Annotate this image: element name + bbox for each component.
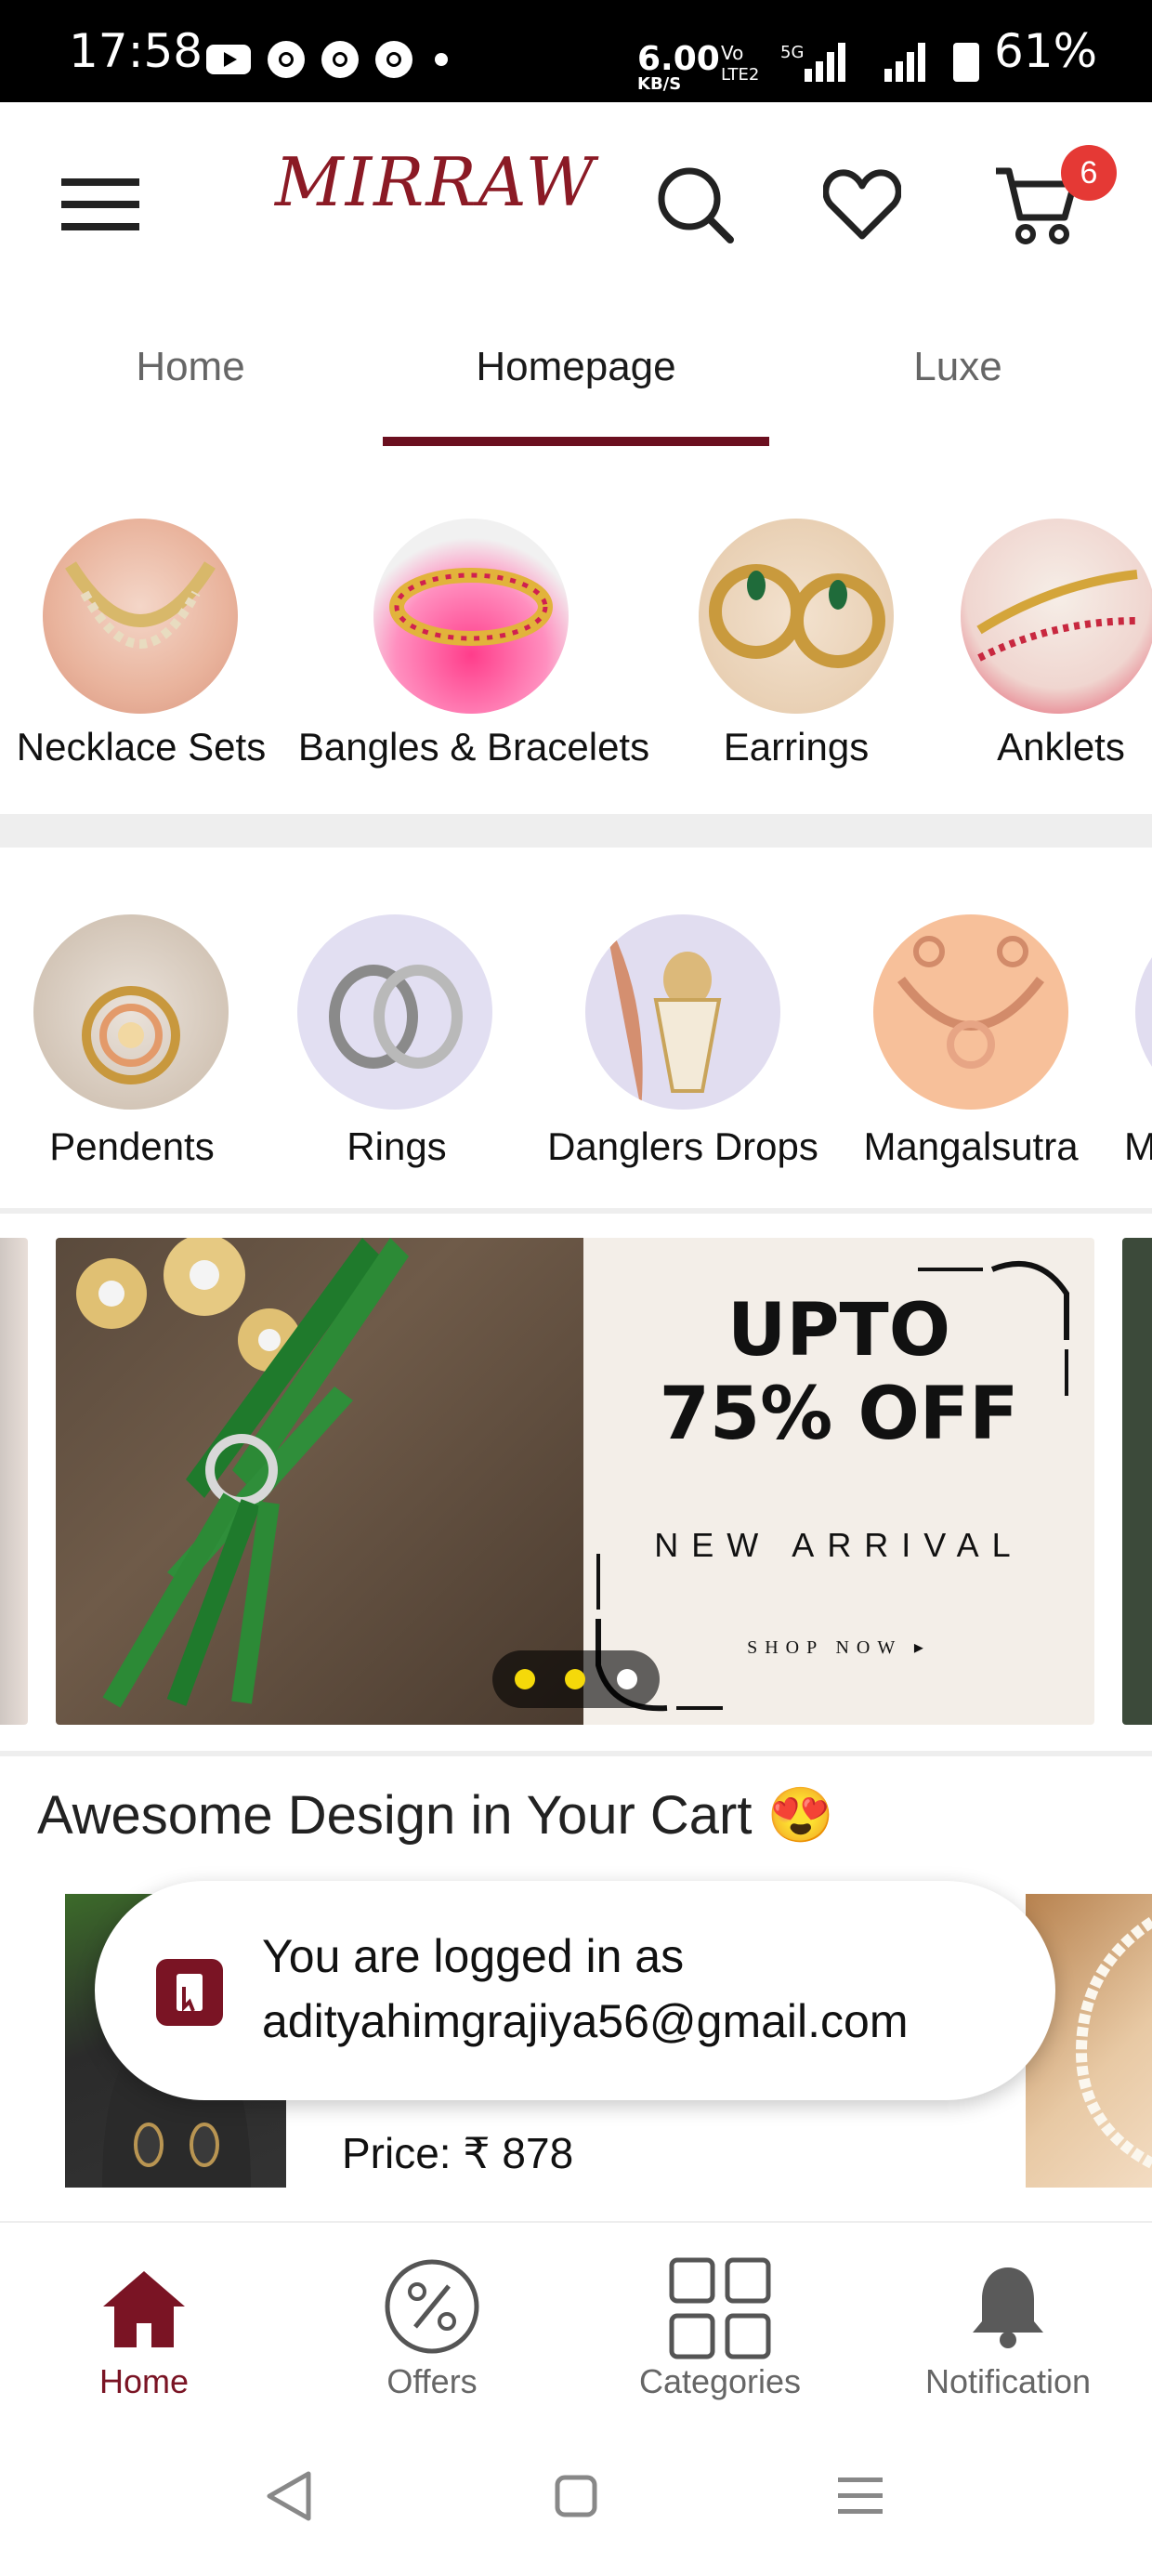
earrings-image bbox=[699, 519, 894, 714]
chrome-icon bbox=[321, 41, 359, 78]
category-label: Necklace Sets bbox=[16, 725, 267, 769]
section-divider bbox=[0, 814, 1152, 848]
category-pendents[interactable]: Pendents bbox=[0, 892, 264, 1199]
search-icon[interactable] bbox=[656, 165, 734, 243]
nav-label: Categories bbox=[638, 2362, 802, 2400]
mangalsutra-image bbox=[873, 914, 1068, 1110]
next-banner-peek[interactable] bbox=[1122, 1238, 1152, 1725]
nav-label: Home bbox=[98, 2362, 190, 2400]
prev-banner-peek[interactable] bbox=[0, 1238, 28, 1725]
chrome-icon bbox=[375, 41, 412, 78]
bangles-image bbox=[373, 519, 569, 714]
category-anklets[interactable]: Anklets bbox=[929, 502, 1152, 808]
status-bar: 17:58 6.00 KB/S Vo LTE2 5G 61% bbox=[0, 0, 1152, 102]
status-notification-icons bbox=[206, 39, 455, 80]
toast-message: You are logged in as adityahimgrajiya56@… bbox=[262, 1924, 908, 2054]
category-danglers-drops[interactable]: Danglers Drops bbox=[530, 892, 836, 1199]
cart-count-badge: 6 bbox=[1061, 145, 1117, 201]
section-divider bbox=[0, 1751, 1152, 1756]
pendents-image bbox=[33, 914, 229, 1110]
tab-home[interactable]: Home bbox=[0, 344, 381, 390]
nav-label: Offers bbox=[386, 2362, 478, 2400]
svg-text:Vo: Vo bbox=[721, 42, 743, 64]
category-label: M bbox=[1124, 1124, 1152, 1168]
category-mangalsutra[interactable]: Mangalsutra bbox=[836, 892, 1106, 1199]
necklace-sets-image bbox=[43, 519, 238, 714]
active-tab-indicator bbox=[383, 437, 769, 446]
chrome-icon bbox=[268, 41, 305, 78]
system-navigation-bar bbox=[0, 2435, 1152, 2576]
toast-email: adityahimgrajiya56@gmail.com bbox=[262, 1995, 909, 2047]
menu-icon[interactable] bbox=[61, 177, 139, 232]
product-price: Price: ₹ 878 bbox=[342, 2129, 574, 2177]
carousel-pagination bbox=[492, 1650, 660, 1708]
bell-icon bbox=[973, 2267, 1043, 2348]
back-triangle-icon[interactable] bbox=[262, 2468, 314, 2524]
home-icon bbox=[103, 2271, 185, 2347]
rings-image bbox=[297, 914, 492, 1110]
category-label: Anklets bbox=[997, 725, 1125, 769]
banner-text-panel: UPTO 75% OFF NEW ARRIVAL SHOP NOW ▸ bbox=[583, 1238, 1094, 1725]
categories-grid-icon bbox=[669, 2257, 771, 2359]
bottom-navigation: Home Offers Categories Notification bbox=[0, 2221, 1152, 2437]
nav-home[interactable]: Home bbox=[0, 2223, 288, 2437]
more-dot-icon bbox=[435, 53, 448, 66]
youtube-icon bbox=[206, 45, 251, 74]
carousel-dot[interactable] bbox=[515, 1669, 535, 1689]
category-label: Earrings bbox=[723, 725, 870, 769]
toast-line1: You are logged in as bbox=[262, 1930, 685, 1982]
category-label: Bangles & Bracelets bbox=[297, 725, 650, 769]
category-earrings[interactable]: Earrings bbox=[660, 502, 929, 808]
tab-homepage[interactable]: Homepage bbox=[386, 344, 766, 390]
category-partial[interactable]: M bbox=[1106, 892, 1152, 1199]
section-divider bbox=[0, 1208, 1152, 1214]
banner-line2: 75% OFF bbox=[659, 1372, 1019, 1456]
section-title: Awesome Design in Your Cart 😍 bbox=[37, 1785, 834, 1846]
banner-product-image bbox=[56, 1238, 583, 1725]
carousel-dot[interactable] bbox=[565, 1669, 585, 1689]
nav-offers[interactable]: Offers bbox=[288, 2223, 576, 2437]
app-header: MIRRAW 6 bbox=[0, 102, 1152, 307]
category-bangles-bracelets[interactable]: Bangles & Bracelets bbox=[288, 502, 660, 808]
partial-category-image bbox=[1135, 914, 1152, 1110]
status-time: 17:58 bbox=[69, 24, 203, 78]
svg-text:5G: 5G bbox=[780, 43, 804, 62]
tab-luxe[interactable]: Luxe bbox=[767, 344, 1148, 390]
nav-label: Notification bbox=[924, 2362, 1092, 2400]
net-speed: 6.00 KB/S bbox=[637, 40, 720, 94]
mirraw-app-icon bbox=[156, 1959, 223, 2026]
battery-percent: 61% bbox=[994, 24, 1098, 78]
heart-icon[interactable] bbox=[823, 167, 901, 242]
danglers-image bbox=[585, 914, 780, 1110]
carousel-dot-active[interactable] bbox=[617, 1669, 637, 1689]
nav-categories[interactable]: Categories bbox=[576, 2223, 864, 2437]
login-toast: You are logged in as adityahimgrajiya56@… bbox=[95, 1881, 1055, 2100]
category-label: Pendents bbox=[49, 1124, 215, 1168]
home-square-icon[interactable] bbox=[554, 2474, 598, 2518]
category-label: Rings bbox=[347, 1124, 447, 1168]
category-necklace-sets[interactable]: Necklace Sets bbox=[0, 502, 288, 808]
mirraw-logo[interactable]: MIRRAW bbox=[275, 143, 596, 221]
category-row-1: Necklace Sets Bangles & Bracelets Earrin… bbox=[0, 502, 1152, 808]
nav-notification[interactable]: Notification bbox=[864, 2223, 1152, 2437]
category-rings[interactable]: Rings bbox=[264, 892, 530, 1199]
signal-icons: Vo LTE2 5G bbox=[721, 42, 979, 84]
category-label: Mangalsutra bbox=[863, 1124, 1079, 1168]
category-row-2: Pendents Rings Danglers Drops Mangalsutr… bbox=[0, 892, 1152, 1199]
anklets-image bbox=[961, 519, 1152, 714]
banner-line1: UPTO bbox=[727, 1289, 951, 1373]
next-product-image-peek[interactable] bbox=[1026, 1894, 1152, 2188]
svg-text:LTE2: LTE2 bbox=[721, 65, 759, 84]
recents-menu-icon[interactable] bbox=[836, 2472, 884, 2520]
offers-percent-icon bbox=[385, 2259, 479, 2354]
banner-headline: UPTO 75% OFF bbox=[583, 1289, 1094, 1456]
category-label: Danglers Drops bbox=[547, 1124, 818, 1168]
